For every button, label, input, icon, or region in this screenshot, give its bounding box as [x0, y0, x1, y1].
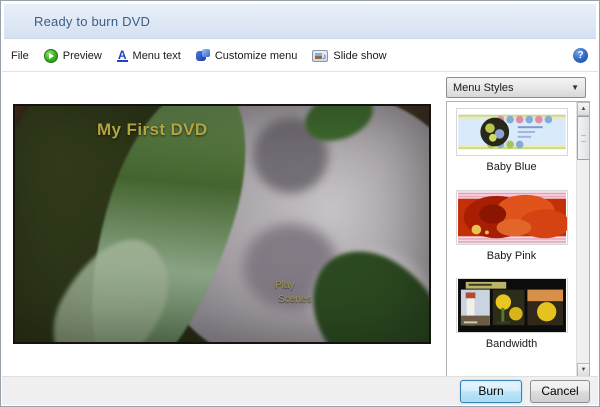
wizard-header: Ready to burn DVD	[4, 4, 596, 39]
footer-bar: Burn Cancel	[2, 376, 598, 405]
cancel-button[interactable]: Cancel	[530, 379, 590, 403]
toolbar: File Preview A Menu text Customize menu …	[2, 40, 598, 72]
koala-photo	[15, 106, 429, 342]
help-icon[interactable]: ?	[573, 48, 588, 63]
file-menu-label: File	[11, 49, 29, 62]
dvd-menu-preview: My First DVD Play Scenes	[13, 104, 431, 344]
scrollbar-thumb[interactable]	[577, 116, 589, 160]
style-item-baby-blue[interactable]: Baby Blue	[447, 102, 576, 173]
style-item-bandwidth[interactable]: Bandwidth	[447, 262, 576, 350]
styles-scrollbar[interactable]: ▲ ▼	[576, 102, 589, 377]
file-menu-button[interactable]: File	[5, 46, 35, 66]
menu-styles-dropdown[interactable]: Menu Styles ▼	[446, 77, 586, 98]
style-thumbnail-bandwidth	[455, 278, 568, 333]
style-label: Baby Blue	[486, 161, 537, 173]
slide-show-button[interactable]: ♪ Slide show	[306, 46, 392, 66]
customize-menu-button[interactable]: Customize menu	[190, 45, 304, 66]
menu-styles-list: Baby Blue Baby Pink Bandwidth ▲ ▼	[446, 101, 590, 378]
slide-show-label: Slide show	[333, 49, 387, 62]
page-title: Ready to burn DVD	[34, 13, 151, 29]
menu-styles-dropdown-label: Menu Styles	[453, 81, 514, 94]
dvd-maker-window: Ready to burn DVD File Preview A Menu te…	[0, 0, 600, 407]
style-label: Bandwidth	[485, 338, 538, 350]
text-format-icon: A	[116, 47, 128, 62]
preview-button[interactable]: Preview	[38, 45, 108, 67]
menu-text-button[interactable]: A Menu text	[111, 46, 187, 66]
preview-label: Preview	[62, 49, 102, 62]
burn-button[interactable]: Burn	[460, 379, 522, 403]
customize-menu-label: Customize menu	[214, 49, 298, 62]
customize-icon	[195, 49, 210, 62]
dvd-menu-title: My First DVD	[97, 120, 208, 139]
style-label: Baby Pink	[486, 250, 537, 262]
menu-text-label: Menu text	[132, 49, 181, 62]
slide-show-icon: ♪	[312, 49, 329, 62]
dvd-menu-play-link[interactable]: Play	[275, 280, 294, 291]
scroll-down-icon[interactable]: ▼	[577, 363, 589, 377]
style-thumbnail-baby-blue	[455, 108, 568, 156]
style-thumbnail-baby-pink	[455, 190, 568, 245]
chevron-down-icon: ▼	[571, 83, 579, 92]
play-preview-icon	[43, 48, 58, 63]
style-item-baby-pink[interactable]: Baby Pink	[447, 173, 576, 262]
scroll-up-icon[interactable]: ▲	[577, 102, 589, 116]
vignette-overlay	[15, 106, 429, 342]
dvd-menu-scenes-link[interactable]: Scenes	[278, 294, 311, 305]
